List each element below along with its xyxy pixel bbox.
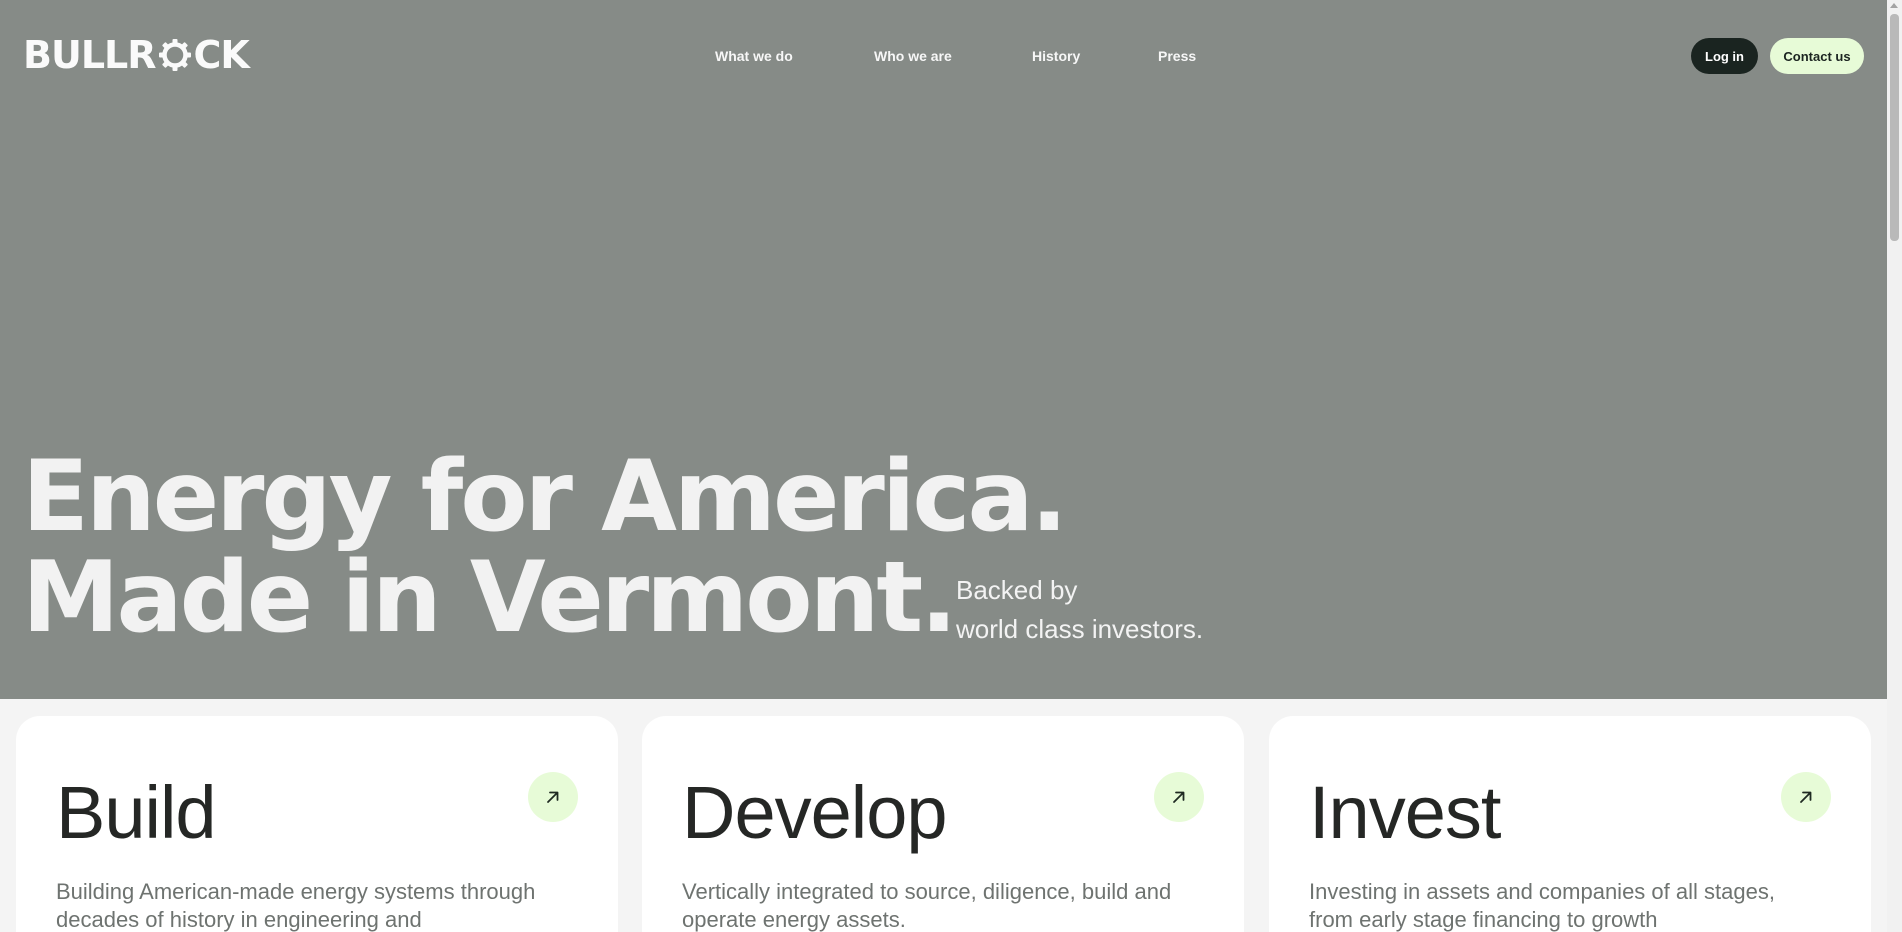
scroll-up-arrow-icon[interactable] bbox=[1890, 3, 1898, 8]
arrow-up-right-icon[interactable] bbox=[1154, 772, 1204, 822]
card-description: Investing in assets and companies of all… bbox=[1309, 879, 1775, 932]
hero-section: BULLR CK What we do Who we are History P… bbox=[0, 0, 1887, 699]
arrow-up-right-icon[interactable] bbox=[528, 772, 578, 822]
hero-headline: Energy for America. Made in Vermont. bbox=[22, 440, 1068, 655]
login-button[interactable]: Log in bbox=[1691, 38, 1758, 74]
hero-headline-line-2: Made in Vermont. bbox=[22, 541, 957, 655]
card-title: Invest bbox=[1309, 771, 1501, 854]
arrow-up-right-icon[interactable] bbox=[1781, 772, 1831, 822]
nav-link-press[interactable]: Press bbox=[1158, 48, 1196, 64]
scrollbar-thumb[interactable] bbox=[1890, 14, 1899, 241]
card-title: Build bbox=[56, 771, 217, 854]
nav-link-history[interactable]: History bbox=[1032, 48, 1080, 64]
scrollbar[interactable] bbox=[1887, 0, 1902, 932]
hero-subline-line-2: world class investors. bbox=[956, 614, 1204, 644]
card-invest[interactable]: Invest Investing in assets and companies… bbox=[1269, 716, 1871, 932]
card-description: Vertically integrated to source, diligen… bbox=[682, 879, 1172, 932]
hero-subline-line-1: Backed by bbox=[956, 575, 1078, 605]
nav-link-who-we-are[interactable]: Who we are bbox=[874, 48, 952, 64]
contact-us-button[interactable]: Contact us bbox=[1770, 38, 1864, 74]
card-title: Develop bbox=[682, 771, 948, 854]
main-nav: What we do Who we are History Press bbox=[0, 48, 1887, 68]
hero-subline: Backed by world class investors. bbox=[956, 571, 1203, 649]
hero-headline-line-1: Energy for America. bbox=[22, 440, 1068, 554]
nav-link-what-we-do[interactable]: What we do bbox=[715, 48, 793, 64]
card-develop[interactable]: Develop Vertically integrated to source,… bbox=[642, 716, 1244, 932]
page: BULLR CK What we do Who we are History P… bbox=[0, 0, 1887, 932]
card-build[interactable]: Build Building American-made energy syst… bbox=[16, 716, 618, 932]
card-description: Building American-made energy systems th… bbox=[56, 879, 536, 932]
